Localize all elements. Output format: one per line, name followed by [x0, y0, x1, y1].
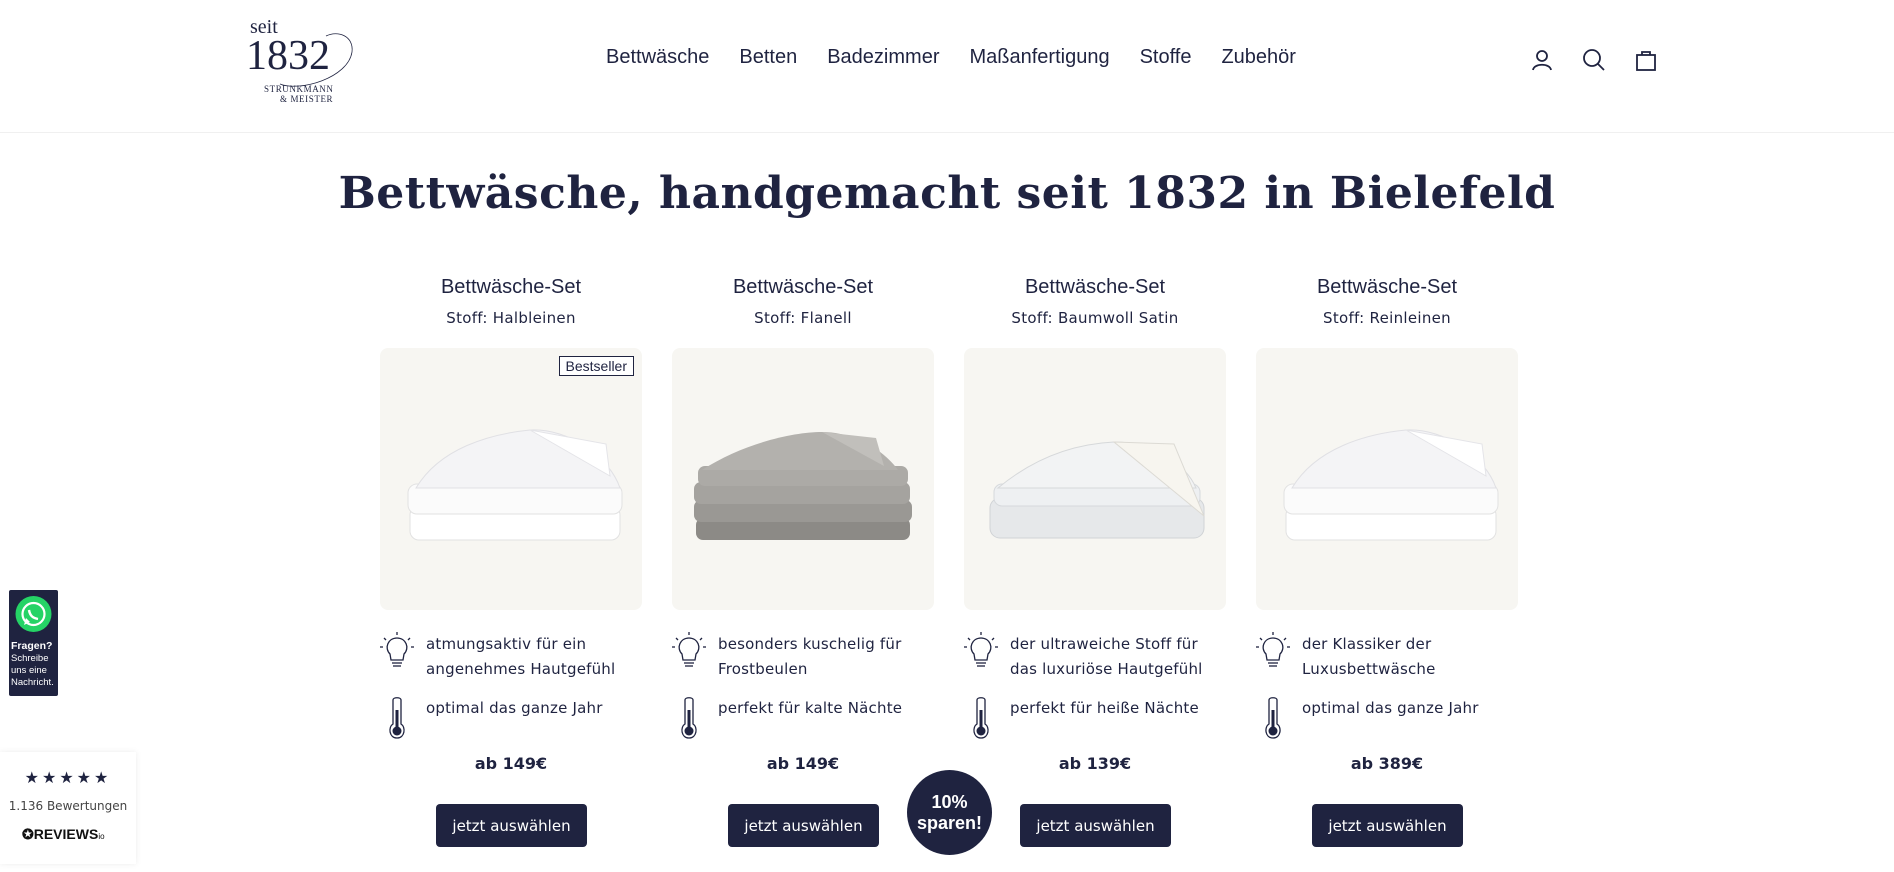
thermometer-icon: [672, 696, 706, 744]
thermometer-icon: [964, 696, 998, 744]
logo[interactable]: seit 1832 STRUNKMANN & MEISTER: [240, 14, 353, 106]
feature-text: optimal das ganze Jahr: [426, 699, 603, 717]
site-header: seit 1832 STRUNKMANN & MEISTER Bettwäsch…: [0, 0, 1894, 133]
feature-text: der ultraweiche Stoff für das luxuriöse …: [1010, 635, 1203, 678]
nav-item-badezimmer[interactable]: Badezimmer: [827, 46, 939, 69]
nav-item-bettwaesche[interactable]: Bettwäsche: [606, 46, 709, 69]
product-fabric: Stoff: Reinleinen: [1323, 309, 1451, 327]
promo-label: sparen!: [916, 812, 983, 833]
white-linen-image: [407, 429, 623, 541]
header-icons: [1528, 46, 1684, 74]
product-title: Bettwäsche-Set: [1024, 276, 1166, 298]
feature-row: atmungsaktiv für ein angenehmes Hautgefü…: [380, 632, 642, 682]
feature-row: optimal das ganze Jahr: [380, 696, 642, 744]
thermometer-icon: [1256, 696, 1290, 744]
product-price: ab 149€: [474, 754, 548, 773]
select-button[interactable]: jetzt auswählen: [1312, 804, 1463, 847]
nav-item-betten[interactable]: Betten: [739, 46, 797, 69]
main-nav: Bettwäsche Betten Badezimmer Maßanfertig…: [606, 46, 1326, 69]
whatsapp-line4: Nachricht.: [11, 677, 54, 688]
reviews-brand-name: REVIEWS: [33, 826, 99, 842]
rating-stars: ★★★★★: [24, 768, 112, 787]
product-price: ab 149€: [766, 754, 840, 773]
reviews-star-icon: ✪: [22, 826, 34, 842]
select-button[interactable]: jetzt auswählen: [436, 804, 587, 847]
whatsapp-line1: Fragen?: [11, 640, 53, 652]
feature-row: optimal das ganze Jahr: [1256, 696, 1518, 744]
logo-year: 1832: [246, 33, 330, 79]
white-satin-image: [989, 441, 1205, 539]
product-image[interactable]: [1256, 348, 1518, 610]
white-linen-image: [1283, 429, 1499, 541]
discount-bubble[interactable]: 10% sparen!: [907, 770, 992, 855]
product-price: ab 389€: [1350, 754, 1424, 773]
bestseller-badge: Bestseller: [558, 356, 634, 376]
logo-brand-line1: STRUNKMANN: [264, 84, 334, 94]
feature-row: perfekt für heiße Nächte: [964, 696, 1226, 744]
product-image[interactable]: Bestseller: [380, 348, 642, 610]
nav-item-massanfertigung[interactable]: Maßanfertigung: [969, 46, 1109, 69]
product-fabric: Stoff: Halbleinen: [446, 309, 576, 327]
product-card-reinleinen[interactable]: Bettwäsche-Set Stoff: Reinleinen der Kla…: [1256, 276, 1518, 847]
reviews-brand: ✪REVIEWSio: [22, 826, 105, 843]
product-fabric: Stoff: Flanell: [754, 309, 852, 327]
whatsapp-line3: uns eine: [11, 665, 47, 676]
search-icon[interactable]: [1580, 46, 1608, 74]
reviews-badge[interactable]: ★★★★★ 1.136 Bewertungen ✪REVIEWSio: [0, 752, 136, 864]
select-button[interactable]: jetzt auswählen: [1020, 804, 1171, 847]
reviews-brand-suffix: io: [98, 832, 105, 841]
nav-item-zubehoer[interactable]: Zubehör: [1221, 46, 1296, 69]
product-fabric: Stoff: Baumwoll Satin: [1011, 309, 1179, 327]
feature-text: perfekt für heiße Nächte: [1010, 699, 1199, 717]
product-image[interactable]: [672, 348, 934, 610]
lightbulb-icon: [380, 632, 414, 682]
feature-row: besonders kuschelig für Frostbeulen: [672, 632, 934, 682]
lightbulb-icon: [672, 632, 706, 682]
product-title: Bettwäsche-Set: [1316, 276, 1458, 298]
whatsapp-line2: Schreibe: [11, 653, 49, 664]
feature-row: der Klassiker der Luxusbettwäsche: [1256, 632, 1518, 682]
product-title: Bettwäsche-Set: [732, 276, 874, 298]
product-title: Bettwäsche-Set: [440, 276, 582, 298]
whatsapp-text: Fragen? Schreibe uns eine Nachricht.: [11, 640, 57, 689]
cart-icon[interactable]: [1632, 46, 1660, 74]
product-image[interactable]: [964, 348, 1226, 610]
feature-text: der Klassiker der Luxusbettwäsche: [1302, 635, 1436, 678]
logo-brand-line2: & MEISTER: [280, 94, 334, 104]
product-card-baumwoll-satin[interactable]: Bettwäsche-Set Stoff: Baumwoll Satin der…: [964, 276, 1226, 847]
feature-row: der ultraweiche Stoff für das luxuriöse …: [964, 632, 1226, 682]
promo-percent: 10%: [931, 791, 968, 812]
review-count: 1.136 Bewertungen: [8, 799, 128, 813]
grey-flannel-image: [694, 432, 912, 540]
select-button[interactable]: jetzt auswählen: [728, 804, 879, 847]
page-title: Bettwäsche, handgemacht seit 1832 in Bie…: [338, 168, 1556, 219]
feature-text: besonders kuschelig für Frostbeulen: [718, 635, 902, 678]
thermometer-icon: [380, 696, 414, 744]
whatsapp-widget[interactable]: Fragen? Schreibe uns eine Nachricht.: [9, 590, 58, 696]
lightbulb-icon: [964, 632, 998, 682]
feature-text: optimal das ganze Jahr: [1302, 699, 1479, 717]
product-price: ab 139€: [1058, 754, 1132, 773]
product-card-flanell[interactable]: Bettwäsche-Set Stoff: Flanell besonders …: [672, 276, 934, 847]
product-card-halbleinen[interactable]: Bettwäsche-Set Stoff: Halbleinen Bestsel…: [380, 276, 642, 847]
account-icon[interactable]: [1528, 46, 1556, 74]
whatsapp-icon: [15, 596, 52, 632]
feature-row: perfekt für kalte Nächte: [672, 696, 934, 744]
feature-text: atmungsaktiv für ein angenehmes Hautgefü…: [426, 635, 616, 678]
feature-text: perfekt für kalte Nächte: [718, 699, 903, 717]
nav-item-stoffe[interactable]: Stoffe: [1140, 46, 1192, 69]
lightbulb-icon: [1256, 632, 1290, 682]
